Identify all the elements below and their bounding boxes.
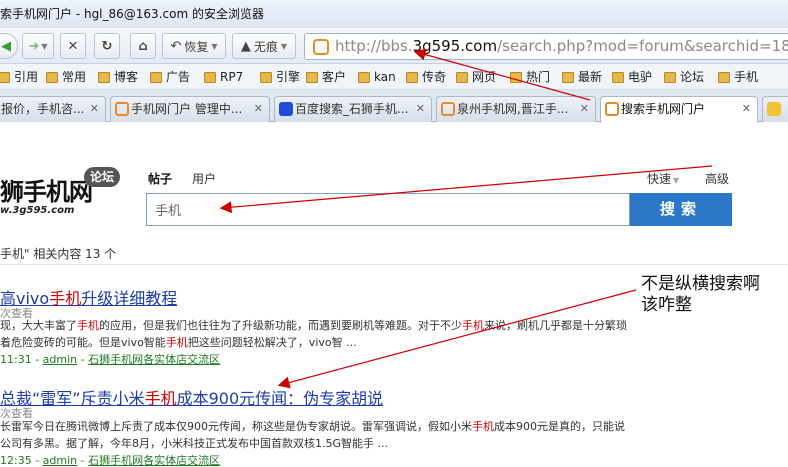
tab-item[interactable]: 百度搜索_石狮手机... ✕ <box>274 96 432 122</box>
forward-button[interactable]: ➜ ▼ <box>22 33 54 59</box>
site-favicon-icon <box>605 102 619 116</box>
result-footer: 12:35 - admin - 石狮手机网各实体店交流区 <box>0 454 221 467</box>
restore-button[interactable]: ↶ 恢复 ▼ <box>162 33 226 59</box>
undo-icon: ↶ <box>170 38 182 54</box>
stop-button[interactable]: ✕ <box>60 33 86 59</box>
chevron-down-icon: ▼ <box>673 176 680 185</box>
result-summary-line: 着危险变砖的可能。但是vivo智能手机把这些问题轻松解决了，vivo智 ... <box>0 336 357 349</box>
url-prefix: http://bbs. <box>335 37 413 55</box>
back-button[interactable]: ◀ <box>0 33 18 59</box>
folder-icon <box>456 71 468 83</box>
no-trace-label: 无痕 <box>253 39 278 54</box>
restore-label: 恢复 <box>184 39 209 54</box>
folder-icon <box>612 71 624 83</box>
forum-link[interactable]: 石狮手机网各实体店交流区 <box>88 353 220 366</box>
author-link[interactable]: admin <box>43 353 77 366</box>
address-bar[interactable]: http://bbs.3g595.com/search.php?mod=foru… <box>304 33 788 60</box>
url-host: 3g595.com <box>412 37 498 55</box>
result-summary-line: 现，大大丰富了手机的应用，但是我们也往往为了升级新功能，而遇到要刷机等难题。对于… <box>0 319 627 332</box>
favorite-item[interactable]: 客户 <box>306 68 346 86</box>
url-path: /search.php?mod=forum&searchid=18&orderb… <box>497 37 788 55</box>
back-arrow-icon: ◀ <box>1 38 11 54</box>
tab-item[interactable]: 手机网门户 管理中... ✕ <box>110 96 270 122</box>
site-logo-url: w.3g595.com <box>0 205 75 216</box>
favorite-item[interactable]: 引用 <box>0 68 38 86</box>
search-input[interactable] <box>146 193 630 226</box>
advanced-search-link[interactable]: 高级 <box>705 170 729 187</box>
favorite-item[interactable]: 网页 <box>456 68 496 86</box>
close-tab-icon[interactable]: ✕ <box>742 97 751 121</box>
close-tab-icon[interactable]: ✕ <box>254 97 263 121</box>
folder-icon <box>510 71 522 83</box>
new-tab-icon <box>767 102 781 116</box>
no-trace-button[interactable]: ▲ 无痕 ▼ <box>232 33 296 59</box>
favorites-bar: 引用 常用 博客 广告 RP7 引擎 客户 kan 传奇 网页 热门 最新 电驴… <box>0 64 788 90</box>
tab-active[interactable]: 搜索手机网门户 ✕ <box>600 96 758 123</box>
home-button[interactable]: ⌂ <box>130 33 156 59</box>
folder-icon <box>306 71 318 83</box>
quick-search-link[interactable]: 快速 ▼ <box>647 170 679 187</box>
forward-arrow-icon: ➜ <box>28 38 40 54</box>
search-button[interactable]: 搜索 <box>630 193 732 226</box>
new-tab-button[interactable] <box>762 96 788 122</box>
folder-icon <box>204 71 216 83</box>
folder-icon <box>664 71 676 83</box>
browser-toolbar: ◀ ➜ ▼ ✕ ↻ ⌂ ↶ 恢复 ▼ ▲ 无痕 ▼ http://bbs.3g595.co… <box>0 28 788 64</box>
favorite-item[interactable]: 引擎 <box>260 68 300 86</box>
folder-icon <box>406 71 418 83</box>
close-tab-icon[interactable]: ✕ <box>90 97 99 121</box>
tab-users[interactable]: 用户 <box>192 170 216 187</box>
close-tab-icon[interactable]: ✕ <box>416 97 425 121</box>
folder-icon <box>98 71 110 83</box>
folder-icon <box>150 71 162 83</box>
tab-posts[interactable]: 帖子 <box>148 170 172 187</box>
tab-bar: 报价，手机咨... ✕ 手机网门户 管理中... ✕ 百度搜索_石狮手机... ✕ 泉… <box>0 90 788 123</box>
folder-icon <box>562 71 574 83</box>
favorite-item[interactable]: 广告 <box>150 68 190 86</box>
favorite-item[interactable]: 热门 <box>510 68 550 86</box>
stop-icon: ✕ <box>67 38 79 54</box>
home-icon: ⌂ <box>138 38 148 54</box>
author-link[interactable]: admin <box>43 454 77 467</box>
favorite-item[interactable]: 博客 <box>98 68 138 86</box>
site-favicon-icon <box>115 102 129 116</box>
refresh-button[interactable]: ↻ <box>94 33 120 59</box>
result-summary-line: 长雷军今日在腾讯微博上斥责了成本仅900元传闻，称这些是伪专家胡说。雷军强调说，… <box>0 420 625 433</box>
divider <box>0 264 788 265</box>
tab-item[interactable]: 泉州手机网,晋江手... ✕ <box>436 96 596 122</box>
site-favicon-icon <box>313 39 329 55</box>
forum-badge: 论坛 <box>84 167 120 187</box>
result-footer: 11:31 - admin - 石狮手机网各实体店交流区 <box>0 353 221 366</box>
favorite-item[interactable]: 传奇 <box>406 68 446 86</box>
favorite-item[interactable]: 常用 <box>46 68 86 86</box>
folder-icon <box>0 71 10 83</box>
close-tab-icon[interactable]: ✕ <box>580 97 589 121</box>
result-count: 手机" 相关内容 13 个 <box>0 247 117 261</box>
favorite-item[interactable]: kan <box>358 68 396 86</box>
folder-icon <box>260 71 272 83</box>
folder-icon <box>46 71 58 83</box>
baidu-paw-icon <box>279 102 293 116</box>
favorite-item[interactable]: 手机 <box>718 68 758 86</box>
result-title-link[interactable]: 总裁“雷军”斥责小米手机成本900元传闻：伪专家胡说 <box>0 385 383 409</box>
favorite-item[interactable]: RP7 <box>204 68 243 86</box>
site-favicon-icon <box>441 102 455 116</box>
handwritten-note: 不是纵横搜索啊 该咋整 <box>641 274 760 315</box>
site-logo[interactable]: 狮手机网 <box>0 172 93 207</box>
folder-icon <box>358 71 370 83</box>
window-title: 索手机网门户 - hgl_86@163.com 的安全浏览器 <box>0 0 788 28</box>
favorite-item[interactable]: 论坛 <box>664 68 704 86</box>
forum-link[interactable]: 石狮手机网各实体店交流区 <box>88 454 220 467</box>
tab-item[interactable]: 报价，手机咨... ✕ <box>0 96 106 122</box>
result-summary-line: 公司有多黑。据了解，今年8月，小米科技正式发布中国首款双核1.5G智能手 ... <box>0 437 389 450</box>
favorite-item[interactable]: 电驴 <box>612 68 652 86</box>
favorite-item[interactable]: 最新 <box>562 68 602 86</box>
incognito-icon: ▲ <box>240 38 251 54</box>
folder-icon <box>718 71 730 83</box>
refresh-icon: ↻ <box>101 38 113 54</box>
